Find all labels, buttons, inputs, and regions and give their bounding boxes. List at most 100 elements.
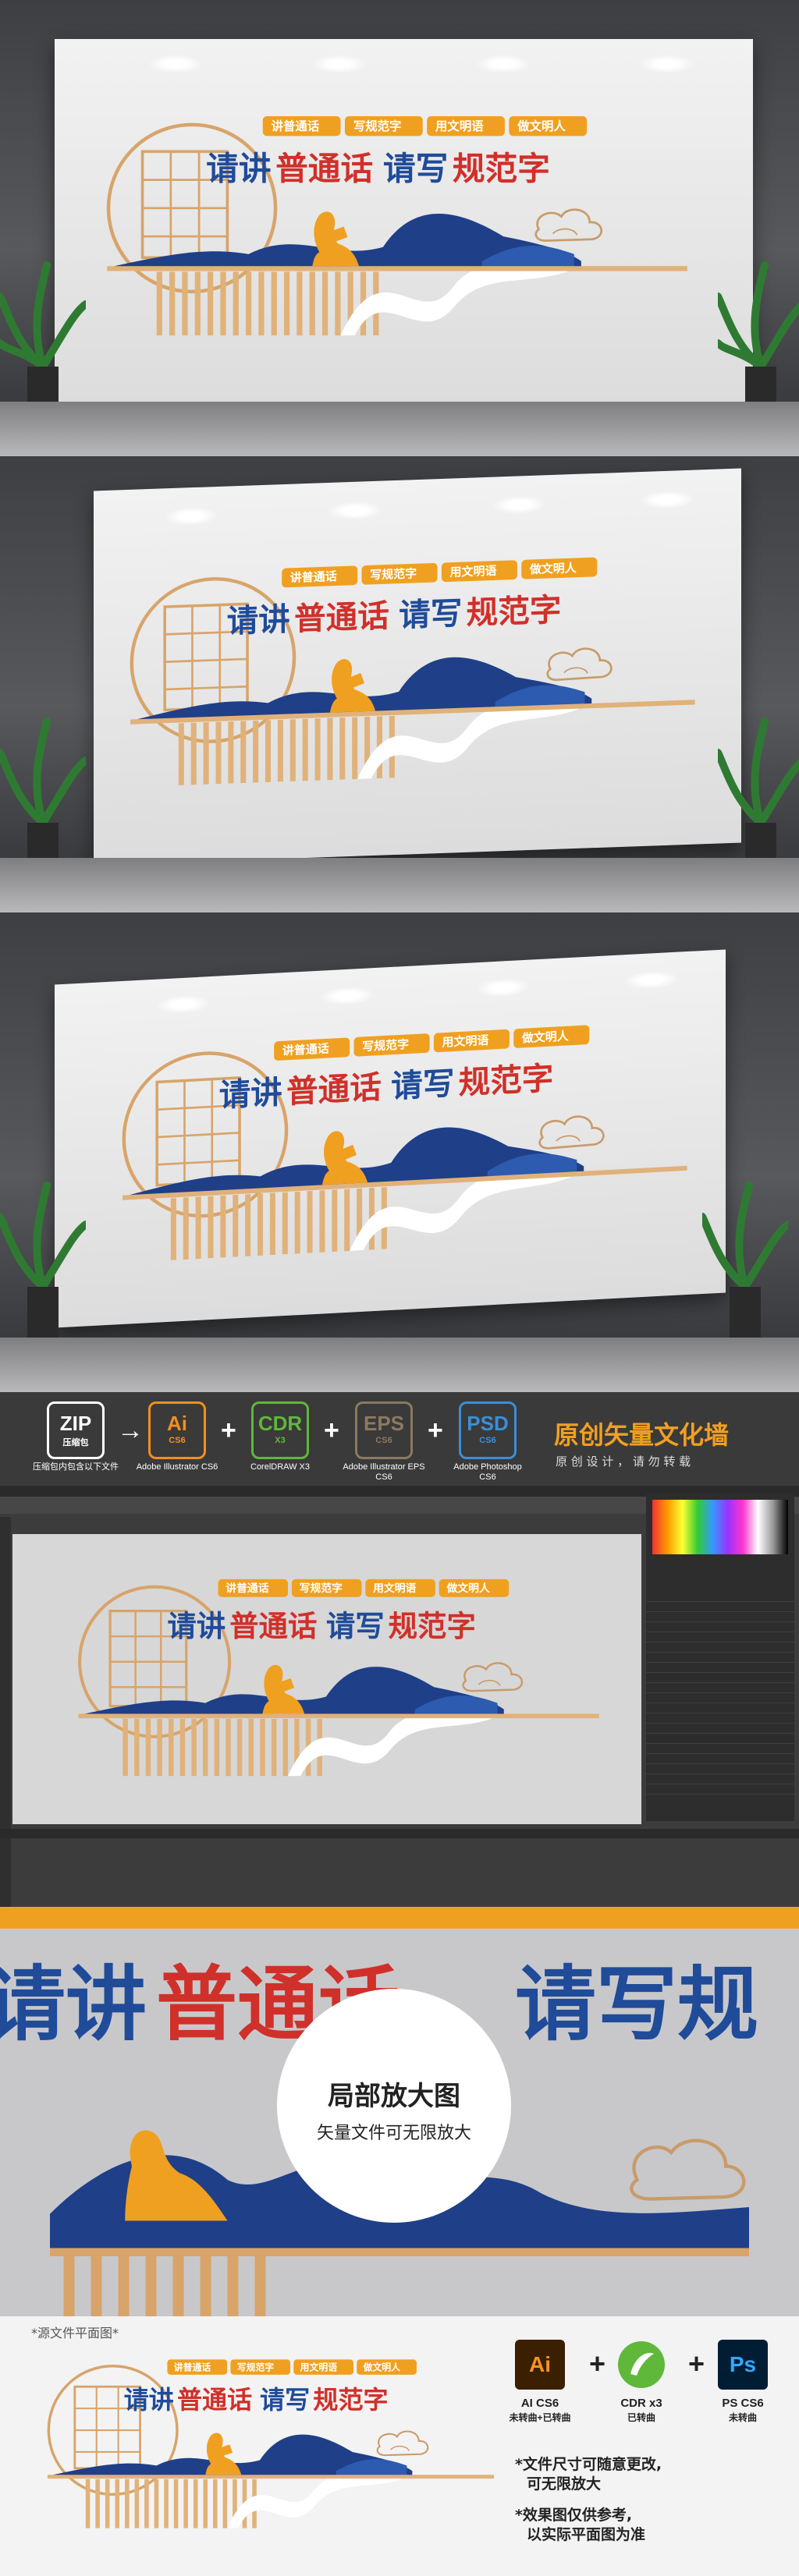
tag-4: 做文明人: [446, 1582, 490, 1595]
ai-app-caption: AI CS6 未转曲+已转曲: [493, 2396, 587, 2425]
layer-row[interactable]: [646, 1734, 794, 1744]
zoom-text-1: 请讲: [0, 1957, 147, 2052]
tag-3: 用文明语: [373, 1582, 416, 1595]
floor: [0, 1338, 799, 1392]
culture-wall-design: 讲普通话 写规范字 用文明语 做文明人 请讲 普通话 请写 规范字: [59, 1565, 605, 1784]
note-1a: *文件尺寸可随意更改,: [515, 2456, 662, 2473]
layer-row[interactable]: [646, 1724, 794, 1734]
layer-row[interactable]: [646, 1673, 794, 1683]
spotlight: [640, 55, 694, 73]
tag-2: 写规范字: [237, 2362, 275, 2372]
ai-badge: Ai CS6: [148, 1401, 206, 1459]
layer-row[interactable]: [646, 1612, 794, 1622]
layer-row[interactable]: [646, 1602, 794, 1612]
layer-row[interactable]: [646, 1784, 794, 1795]
tag-3: 用文明语: [435, 119, 484, 133]
tag-4: 做文明人: [363, 2362, 401, 2372]
layer-row[interactable]: [646, 1774, 794, 1784]
layer-row[interactable]: [646, 1683, 794, 1693]
slogan-part4: 规范字: [467, 591, 562, 632]
layer-row[interactable]: [646, 1632, 794, 1642]
eps-caption: Adobe Illustrator EPS CS6: [343, 1462, 425, 1482]
zoom-title: 局部放大图: [328, 2081, 460, 2112]
tag-2: 写规范字: [353, 119, 402, 133]
layer-row[interactable]: [646, 1663, 794, 1673]
slogan-part4: 规范字: [313, 2385, 388, 2415]
wall-board: 讲普通话 写规范字 用文明语 做文明人 请讲 普通话 请写 规范字: [55, 949, 726, 1328]
brand-title: 原创矢量文化墙: [554, 1420, 730, 1450]
plus-icon: +: [589, 2347, 606, 2379]
slogan-part1: 请讲: [206, 150, 271, 188]
wall-board: 讲普通话 写规范字 用文明语 做文明人 请讲 普通话 请写 规范字: [55, 39, 753, 406]
mockup-1: 讲普通话 写规范字 用文明语 做文明人 请讲 普通话 请写 规范字: [0, 0, 799, 456]
zoom-subtitle: 矢量文件可无限放大: [316, 2124, 471, 2143]
layer-row[interactable]: [646, 1653, 794, 1663]
zip-title: ZIP: [59, 1412, 92, 1435]
layer-row[interactable]: [646, 1764, 794, 1774]
zoom-detail: 请讲 普通话 请写规 局部放大图 矢量文件可无限放大: [0, 1907, 799, 2316]
cdr-app-caption-1: CDR x3: [620, 2397, 662, 2410]
slogan-part3: 请写: [399, 594, 462, 634]
spotlight: [624, 969, 679, 991]
coreldraw-app-icon: [618, 2341, 665, 2388]
slogan-part1: 请讲: [167, 1609, 225, 1643]
layer-row[interactable]: [646, 1592, 794, 1602]
note-2a: *效果图仅供参考,: [515, 2507, 633, 2524]
cdr-version: X3: [275, 1436, 286, 1445]
format-strip: ZIP 压缩包 压缩包内包含以下文件 → Ai CS6 Adobe Illust…: [0, 1392, 799, 1486]
note-2b: 以实际平面图为准: [527, 2526, 646, 2543]
spotlight: [640, 489, 694, 511]
spotlight: [476, 55, 531, 73]
spotlight: [328, 500, 382, 522]
zip-caption: 压缩包内包含以下文件: [33, 1462, 119, 1472]
tools-panel[interactable]: [0, 1517, 11, 1907]
slogan-part1: 请讲: [219, 1073, 282, 1114]
layer-row[interactable]: [646, 1713, 794, 1724]
note-1b: 可无限放大: [527, 2475, 602, 2493]
psd-version: CS6: [479, 1436, 496, 1445]
layer-row[interactable]: [646, 1642, 794, 1653]
layer-row[interactable]: [646, 1744, 794, 1754]
tag-2: 写规范字: [370, 566, 417, 582]
ai-label: Ai: [167, 1412, 187, 1435]
layer-row[interactable]: [646, 1693, 794, 1703]
spotlight: [164, 505, 218, 527]
plus-icon: +: [324, 1416, 339, 1445]
swatches-grid[interactable]: [652, 1500, 788, 1554]
mockup-2: 讲普通话 写规范字 用文明语 做文明人 请讲 普通话 请写 规范字: [0, 456, 799, 912]
cdr-label: CDR: [257, 1412, 303, 1435]
tag-1: 讲普通话: [282, 1041, 329, 1058]
ps-app-caption: PS CS6 未转曲: [696, 2396, 790, 2425]
mockup-3: 讲普通话 写规范字 用文明语 做文明人 请讲 普通话 请写 规范字: [0, 912, 799, 1392]
layer-row[interactable]: [646, 1754, 794, 1764]
plus-icon: +: [221, 1416, 236, 1445]
slogan-part4: 规范字: [459, 1059, 554, 1101]
tag-3: 用文明语: [442, 1033, 488, 1050]
ai-caption: Adobe Illustrator CS6: [136, 1462, 218, 1472]
arrow-right-icon: →: [117, 1416, 144, 1445]
culture-wall-design: 讲普通话 写规范字 用文明语 做文明人 请讲 普通话 请写 规范字: [109, 540, 702, 795]
status-bar: [0, 1829, 799, 1838]
slogan-part2: 普通话: [177, 2385, 252, 2415]
slogan-part4: 规范字: [389, 1609, 476, 1643]
slogan-part2: 普通话: [286, 1068, 382, 1111]
ai-app-caption-1: AI CS6: [520, 2397, 559, 2410]
spotlight: [476, 976, 531, 999]
tag-3: 用文明语: [449, 564, 496, 579]
artboard-canvas[interactable]: 讲普通话 写规范字 用文明语 做文明人 请讲 普通话 请写 规范字: [12, 1534, 641, 1824]
zoom-tags-strip: [0, 1907, 799, 1929]
slogan-part3: 请写: [383, 150, 448, 188]
zip-sub: 压缩包: [62, 1438, 89, 1447]
tag-2: 写规范字: [362, 1037, 409, 1054]
ai-app-caption-2: 未转曲+已转曲: [509, 2412, 571, 2423]
tag-4: 做文明人: [529, 561, 577, 576]
spotlight: [320, 985, 375, 1007]
layers-panel[interactable]: [646, 1494, 794, 1821]
wall-board: 讲普通话 写规范字 用文明语 做文明人 请讲 普通话 请写 规范字: [94, 468, 741, 866]
plant-left: [0, 1182, 86, 1341]
eps-version: CS6: [375, 1436, 392, 1445]
layer-row[interactable]: [646, 1703, 794, 1713]
spotlight: [312, 55, 367, 73]
slogan-part2: 普通话: [294, 597, 389, 637]
layer-row[interactable]: [646, 1622, 794, 1632]
